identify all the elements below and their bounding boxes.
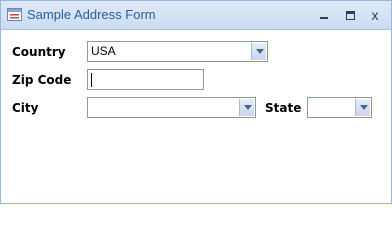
close-icon: x bbox=[371, 7, 379, 23]
title-bar[interactable]: Sample Address Form x bbox=[1, 1, 391, 30]
zip-code-label: Zip Code bbox=[12, 73, 72, 87]
form-window: Sample Address Form x Country USA Zip Co… bbox=[0, 0, 392, 204]
city-dropdown-button[interactable] bbox=[239, 99, 254, 116]
form-icon bbox=[7, 8, 22, 21]
city-select[interactable] bbox=[87, 97, 256, 118]
state-dropdown-button[interactable] bbox=[355, 99, 370, 116]
maximize-button[interactable] bbox=[340, 6, 360, 24]
zip-code-field[interactable] bbox=[87, 69, 204, 90]
state-label: State bbox=[265, 101, 302, 115]
zip-code-input[interactable] bbox=[88, 70, 203, 89]
minimize-icon bbox=[320, 16, 328, 19]
country-value: USA bbox=[91, 44, 116, 58]
country-label: Country bbox=[12, 45, 66, 59]
country-dropdown-button[interactable] bbox=[251, 43, 266, 60]
state-select[interactable] bbox=[307, 97, 372, 118]
country-select[interactable]: USA bbox=[87, 41, 268, 62]
maximize-icon bbox=[345, 11, 355, 21]
window-title: Sample Address Form bbox=[27, 7, 156, 22]
close-button[interactable]: x bbox=[365, 6, 385, 24]
minimize-button[interactable] bbox=[314, 6, 334, 24]
city-label: City bbox=[12, 101, 39, 115]
